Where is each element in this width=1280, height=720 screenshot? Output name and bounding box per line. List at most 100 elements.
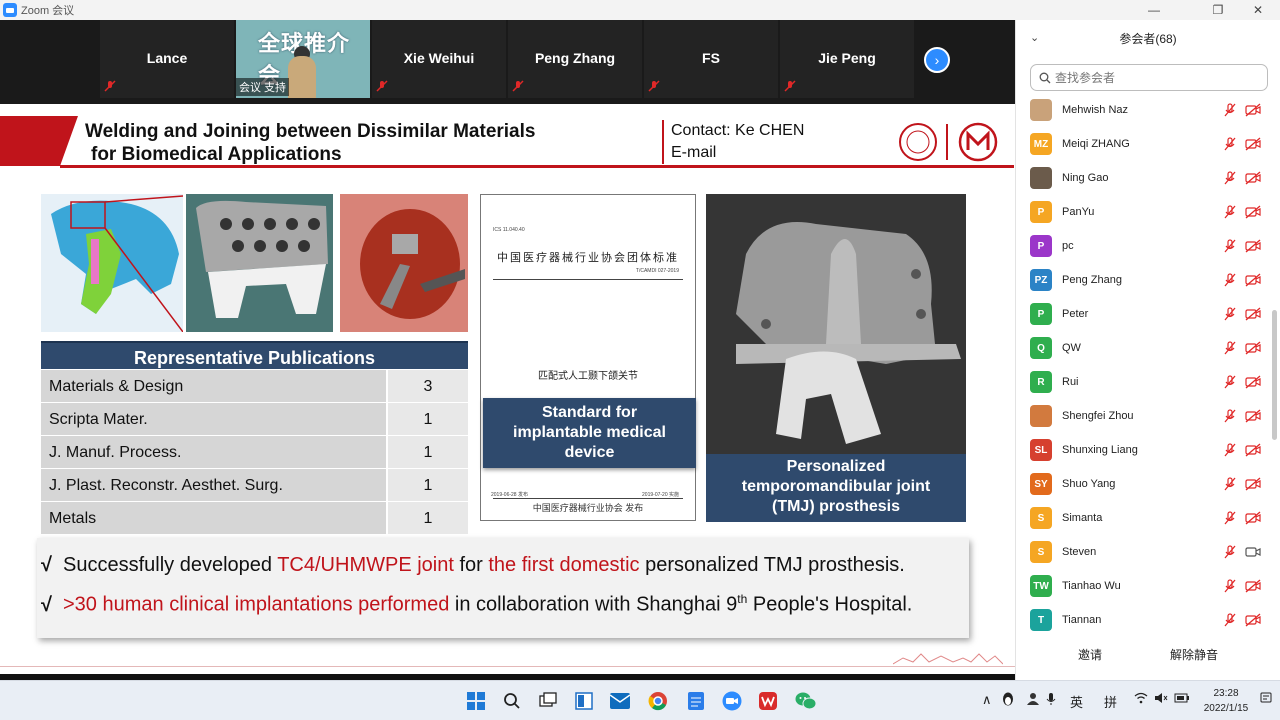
start-button[interactable] [464, 689, 488, 713]
participant-row[interactable]: MZ Meiqi ZHANG [1016, 127, 1271, 161]
scrollbar[interactable] [1272, 310, 1277, 440]
participant-row[interactable]: Mehwish Naz [1016, 93, 1271, 127]
next-page-button[interactable]: › [924, 47, 950, 73]
chevron-down-icon[interactable]: ⌄ [1030, 31, 1039, 44]
participant-row[interactable]: SY Shuo Yang [1016, 467, 1271, 501]
snap-layout-button[interactable] [572, 689, 596, 713]
footer-decoration [893, 653, 1003, 665]
bullet-highlight: >30 human clinical implantations perform… [63, 593, 450, 616]
speaker-muted-icon[interactable] [1154, 692, 1168, 707]
people-icon [1027, 693, 1039, 705]
avatar: S [1030, 507, 1052, 529]
camera-off-icon[interactable] [1245, 579, 1261, 593]
participant-row[interactable]: S Simanta [1016, 501, 1271, 535]
participant-row[interactable]: R Rui [1016, 365, 1271, 399]
ime-language[interactable]: 英 [1070, 692, 1083, 711]
invite-button[interactable]: 邀请 [1078, 646, 1102, 663]
contact-line1: Contact: Ke CHEN [671, 122, 805, 139]
participant-row[interactable]: PZ Peng Zhang [1016, 263, 1271, 297]
bullet-text: personalized TMJ prosthesis. [639, 554, 905, 576]
notes-app-button[interactable] [684, 689, 708, 713]
ime-mode[interactable]: 拼 [1104, 692, 1117, 711]
camera-off-icon[interactable] [1245, 409, 1261, 423]
participant-row[interactable]: Ning Gao [1016, 161, 1271, 195]
battery-icon[interactable] [1174, 692, 1190, 707]
mic-muted-icon[interactable] [1223, 409, 1237, 423]
mic-muted-icon[interactable] [1223, 171, 1237, 185]
taskbar-search-button[interactable] [500, 689, 524, 713]
camera-off-icon[interactable] [1245, 137, 1261, 151]
wps-icon [759, 692, 777, 710]
camera-off-icon[interactable] [1245, 477, 1261, 491]
task-view-icon [539, 692, 557, 707]
minimize-button[interactable]: — [1136, 0, 1172, 20]
mic-muted-icon[interactable] [1223, 103, 1237, 117]
participant-row[interactable]: Ppc [1016, 229, 1271, 263]
chrome-app-button[interactable] [646, 689, 670, 713]
notification-icon[interactable] [1260, 692, 1272, 707]
participant-row[interactable]: S Steven [1016, 535, 1271, 569]
camera-off-icon[interactable] [1245, 239, 1261, 253]
close-button[interactable]: ✕ [1240, 0, 1276, 20]
mic-muted-icon[interactable] [1223, 375, 1237, 389]
video-tile-lance[interactable]: Lance [100, 20, 234, 98]
camera-off-icon[interactable] [1245, 613, 1261, 627]
search-input[interactable] [1055, 70, 1255, 85]
participant-row[interactable]: TW Tianhao Wu [1016, 569, 1271, 603]
mic-muted-icon[interactable] [1223, 341, 1237, 355]
tray-mic-icon[interactable] [1046, 692, 1056, 709]
mic-muted-icon[interactable] [1223, 443, 1237, 457]
mic-muted-icon[interactable] [1223, 579, 1237, 593]
camera-off-icon[interactable] [1245, 205, 1261, 219]
doc-date-right: 2019-07-20 实施 [642, 492, 679, 498]
mic-muted-icon[interactable] [1223, 613, 1237, 627]
system-clock[interactable]: 23:28 2022/1/15 [1196, 686, 1256, 716]
mic-muted-icon[interactable] [1223, 137, 1237, 151]
mic-muted-icon[interactable] [1223, 273, 1237, 287]
participant-row[interactable]: Shengfei Zhou [1016, 399, 1271, 433]
mic-muted-icon[interactable] [1223, 307, 1237, 321]
search-icon [504, 693, 520, 709]
camera-off-icon[interactable] [1245, 341, 1261, 355]
wps-app-button[interactable] [756, 689, 780, 713]
mail-app-button[interactable] [608, 689, 632, 713]
video-tile-jie-peng[interactable]: Jie Peng [780, 20, 914, 98]
camera-off-icon[interactable] [1245, 375, 1261, 389]
video-tile-host[interactable]: 全球推介会 会议 支持 [236, 20, 370, 98]
camera-off-icon[interactable] [1245, 273, 1261, 287]
mic-muted-icon[interactable] [1223, 205, 1237, 219]
participant-row[interactable]: P Peter [1016, 297, 1271, 331]
zoom-app-button[interactable] [720, 689, 744, 713]
panel-actions: 邀请 解除静音 [1016, 646, 1280, 663]
restore-button[interactable]: ❐ [1200, 0, 1236, 20]
mic-muted-icon[interactable] [1223, 477, 1237, 491]
tray-expand-icon[interactable]: ∧ [982, 692, 992, 708]
camera-off-icon[interactable] [1245, 103, 1261, 117]
task-view-button[interactable] [536, 689, 560, 713]
wifi-icon[interactable] [1134, 692, 1148, 707]
camera-off-icon[interactable] [1245, 171, 1261, 185]
video-tile-peng-zhang[interactable]: Peng Zhang [508, 20, 642, 98]
caption-line: temporomandibular joint [741, 478, 931, 495]
journal-name: Materials & Design [41, 370, 386, 402]
mic-muted-icon[interactable] [1223, 545, 1237, 559]
mic-muted-icon[interactable] [1223, 511, 1237, 525]
unmute-button[interactable]: 解除静音 [1170, 646, 1218, 663]
participant-row[interactable]: T Tiannan [1016, 603, 1271, 637]
wechat-app-button[interactable] [794, 689, 818, 713]
participant-row[interactable]: SL Shunxing Liang [1016, 433, 1271, 467]
participant-row[interactable]: P PanYu [1016, 195, 1271, 229]
mic-muted-icon[interactable] [1223, 239, 1237, 253]
caption-line: Standard for [541, 404, 638, 421]
video-tile-xie-weihui[interactable]: Xie Weihui [372, 20, 506, 98]
camera-off-icon[interactable] [1245, 443, 1261, 457]
participant-search[interactable] [1030, 64, 1268, 91]
tray-people-icon[interactable] [1026, 692, 1040, 709]
publication-count: 1 [388, 469, 468, 501]
tray-app-icon[interactable] [1002, 692, 1014, 709]
video-tile-fs[interactable]: FS [644, 20, 778, 98]
camera-off-icon[interactable] [1245, 511, 1261, 525]
camera-off-icon[interactable] [1245, 307, 1261, 321]
camera-icon[interactable] [1245, 545, 1261, 559]
participant-row[interactable]: Q QW [1016, 331, 1271, 365]
